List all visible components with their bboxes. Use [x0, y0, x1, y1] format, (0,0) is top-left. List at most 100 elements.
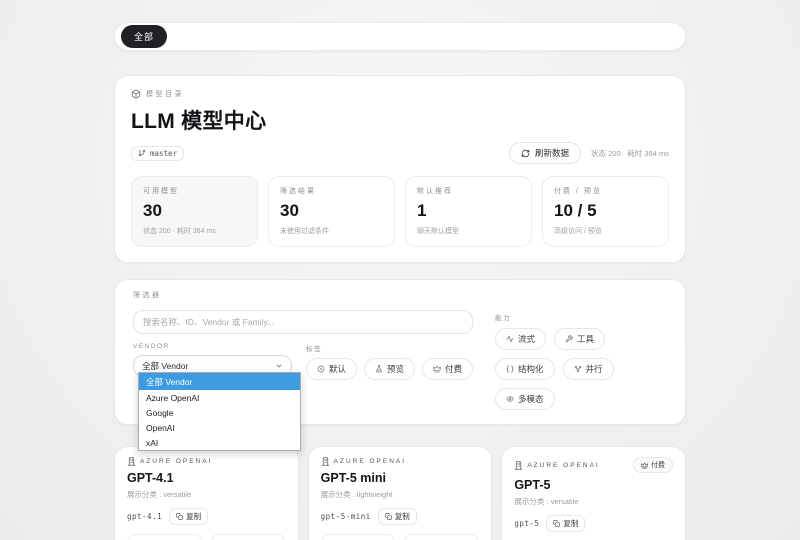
crown-icon: [641, 462, 648, 469]
filters-title: 筛选器: [133, 290, 667, 300]
vendor-option-xai[interactable]: xAI: [139, 435, 300, 450]
vendor-option-all[interactable]: 全部 Vendor: [139, 373, 300, 390]
capability-label: 工具: [577, 333, 594, 345]
vendor-label: VENDOR: [133, 343, 292, 350]
page: 全部 模型目录 LLM 模型中心 master 刷新数据 状态 200 · 耗时: [0, 0, 800, 540]
header-meta-row: master 刷新数据 状态 200 · 耗时 364 ms: [131, 142, 669, 164]
stat-sub: 聊天默认模型: [417, 226, 520, 236]
copy-button[interactable]: 复制: [546, 515, 585, 532]
capability-streaming[interactable]: 流式: [495, 328, 546, 350]
tag-filter-label: 预览: [387, 363, 404, 375]
page-title: LLM 模型中心: [131, 105, 669, 135]
stat-label: 可用模型: [143, 186, 246, 196]
model-id: gpt-5: [514, 519, 539, 528]
top-tab-bar: 全部: [114, 22, 686, 51]
crown-icon: [433, 365, 441, 373]
capability-multimodal[interactable]: 多模态: [495, 388, 555, 410]
refresh-icon: [521, 149, 530, 158]
stat-label: 付费 / 预览: [554, 186, 657, 196]
stat-value: 30: [280, 201, 383, 221]
capability-structured[interactable]: 结构化: [495, 358, 555, 380]
header-card: 模型目录 LLM 模型中心 master 刷新数据 状态 200 · 耗时 36…: [114, 75, 686, 263]
capabilities-label: 能力: [495, 312, 667, 322]
model-vendor: AZURE OPENAI: [321, 457, 406, 466]
model-category: 展示分类 : versatile: [514, 496, 673, 507]
model-vendor: AZURE OPENAI: [127, 457, 212, 466]
eye-icon: [506, 395, 514, 403]
catalog-eyebrow-label: 模型目录: [146, 89, 184, 99]
field-type: 类型 chat: [210, 534, 286, 540]
model-title: GPT-4.1: [127, 471, 286, 485]
stat-card-filtered: 筛选结果 30 未使用过滤条件: [268, 176, 395, 247]
paid-badge-label: 付费: [651, 460, 665, 470]
stats-grid: 可用模型 30 状态 200 · 耗时 364 ms 筛选结果 30 未使用过滤…: [131, 176, 669, 247]
copy-icon: [385, 513, 392, 520]
model-grid: AZURE OPENAI GPT-4.1 展示分类 : versatile gp…: [114, 446, 686, 540]
vendor-dropdown: 全部 Vendor Azure OpenAI Google OpenAI xAI: [138, 372, 301, 451]
chevron-down-icon: [275, 362, 283, 370]
tag-filter-preview[interactable]: 预览: [364, 358, 415, 380]
building-icon: [127, 457, 136, 466]
capability-parallel[interactable]: 并行: [563, 358, 614, 380]
git-branch-icon: [138, 149, 146, 157]
copy-label: 复制: [395, 511, 410, 522]
circle-dot-icon: [317, 365, 325, 373]
copy-label: 复制: [563, 518, 578, 529]
copy-icon: [176, 513, 183, 520]
field-version: 版本 gpt-4.1-2025-...: [127, 534, 203, 540]
model-category: 展示分类 : versatile: [127, 489, 286, 500]
model-vendor-label: AZURE OPENAI: [527, 462, 599, 469]
stat-sub: 状态 200 · 耗时 364 ms: [143, 226, 246, 236]
stat-card-paid-preview: 付费 / 预览 10 / 5 高级访问 / 预览: [542, 176, 669, 247]
copy-button[interactable]: 复制: [169, 508, 208, 525]
field-version: 版本 gpt-5-mini: [321, 534, 397, 540]
stat-value: 30: [143, 201, 246, 221]
field-type: 类型 chat: [403, 534, 479, 540]
model-vendor-label: AZURE OPENAI: [140, 458, 212, 465]
paid-badge: 付费: [633, 457, 673, 473]
status-text: 状态 200 · 耗时 364 ms: [591, 148, 669, 159]
model-vendor-label: AZURE OPENAI: [334, 458, 406, 465]
tags-label: 标签: [306, 343, 473, 353]
building-icon: [321, 457, 330, 466]
refresh-button[interactable]: 刷新数据: [509, 142, 581, 164]
stat-card-default: 默认推荐 1 聊天默认模型: [405, 176, 532, 247]
vendor-option-google[interactable]: Google: [139, 405, 300, 420]
model-card-gpt-5-mini: AZURE OPENAI GPT-5 mini 展示分类 : lightweig…: [308, 446, 493, 540]
search-input[interactable]: [133, 310, 473, 334]
braces-icon: [506, 365, 514, 373]
building-icon: [514, 461, 523, 470]
vendor-select-value: 全部 Vendor: [142, 360, 188, 372]
model-card-gpt-5: AZURE OPENAI 付费 GPT-5 展示分类 : versatile g…: [501, 446, 686, 540]
catalog-eyebrow: 模型目录: [131, 89, 669, 99]
capability-tools[interactable]: 工具: [554, 328, 605, 350]
tag-filter-default[interactable]: 默认: [306, 358, 357, 380]
tag-filter-label: 付费: [445, 363, 462, 375]
capability-label: 流式: [518, 333, 535, 345]
tag-filter-paid[interactable]: 付费: [422, 358, 473, 380]
model-vendor: AZURE OPENAI: [514, 461, 599, 470]
model-card-gpt-4-1: AZURE OPENAI GPT-4.1 展示分类 : versatile gp…: [114, 446, 299, 540]
tag-filter-label: 默认: [329, 363, 346, 375]
model-title: GPT-5: [514, 478, 673, 492]
capability-label: 多模态: [518, 393, 544, 405]
branch-badge: master: [131, 146, 184, 161]
branch-name: master: [150, 149, 177, 158]
filter-card: 筛选器 VENDOR 全部 Vendor 全部 Vendor: [114, 279, 686, 425]
copy-button[interactable]: 复制: [378, 508, 417, 525]
refresh-label: 刷新数据: [535, 147, 569, 159]
vendor-option-openai[interactable]: OpenAI: [139, 420, 300, 435]
capability-label: 并行: [586, 363, 603, 375]
stat-sub: 未使用过滤条件: [280, 226, 383, 236]
stat-label: 筛选结果: [280, 186, 383, 196]
stat-value: 10 / 5: [554, 201, 657, 221]
vendor-option-azure-openai[interactable]: Azure OpenAI: [139, 390, 300, 405]
package-icon: [131, 89, 141, 99]
activity-icon: [506, 335, 514, 343]
model-category: 展示分类 : lightweight: [321, 489, 480, 500]
stat-card-available: 可用模型 30 状态 200 · 耗时 364 ms: [131, 176, 258, 247]
flask-icon: [375, 365, 383, 373]
tab-all[interactable]: 全部: [121, 25, 167, 48]
git-fork-icon: [574, 365, 582, 373]
copy-label: 复制: [186, 511, 201, 522]
